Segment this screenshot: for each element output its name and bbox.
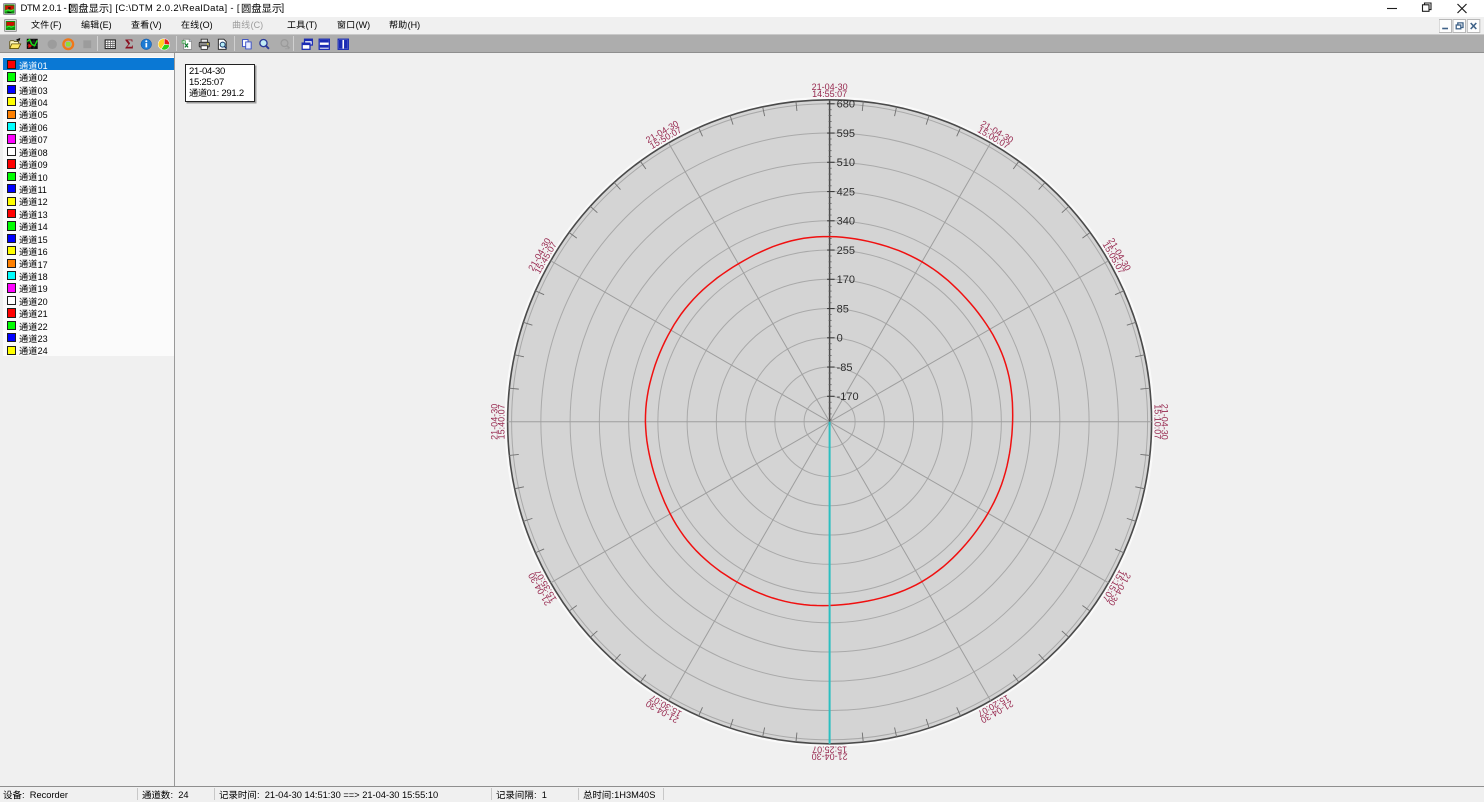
- svg-text:255: 255: [837, 245, 855, 257]
- svg-text:425: 425: [837, 186, 855, 198]
- svg-text:15:25:07: 15:25:07: [812, 745, 847, 755]
- svg-text:595: 595: [837, 128, 855, 140]
- svg-text:15:40:07: 15:40:07: [497, 404, 507, 439]
- svg-text:170: 170: [837, 274, 855, 286]
- svg-text:0: 0: [837, 333, 843, 345]
- svg-text:14:55:07: 14:55:07: [812, 89, 847, 99]
- svg-text:510: 510: [837, 157, 855, 169]
- svg-text:340: 340: [837, 216, 855, 228]
- svg-text:15:10:07: 15:10:07: [1153, 404, 1163, 439]
- svg-text:-170: -170: [837, 391, 859, 403]
- svg-text:-85: -85: [837, 362, 853, 374]
- svg-text:85: 85: [837, 303, 849, 315]
- svg-text:680: 680: [837, 99, 855, 111]
- svg-text:Σ: Σ: [124, 38, 133, 51]
